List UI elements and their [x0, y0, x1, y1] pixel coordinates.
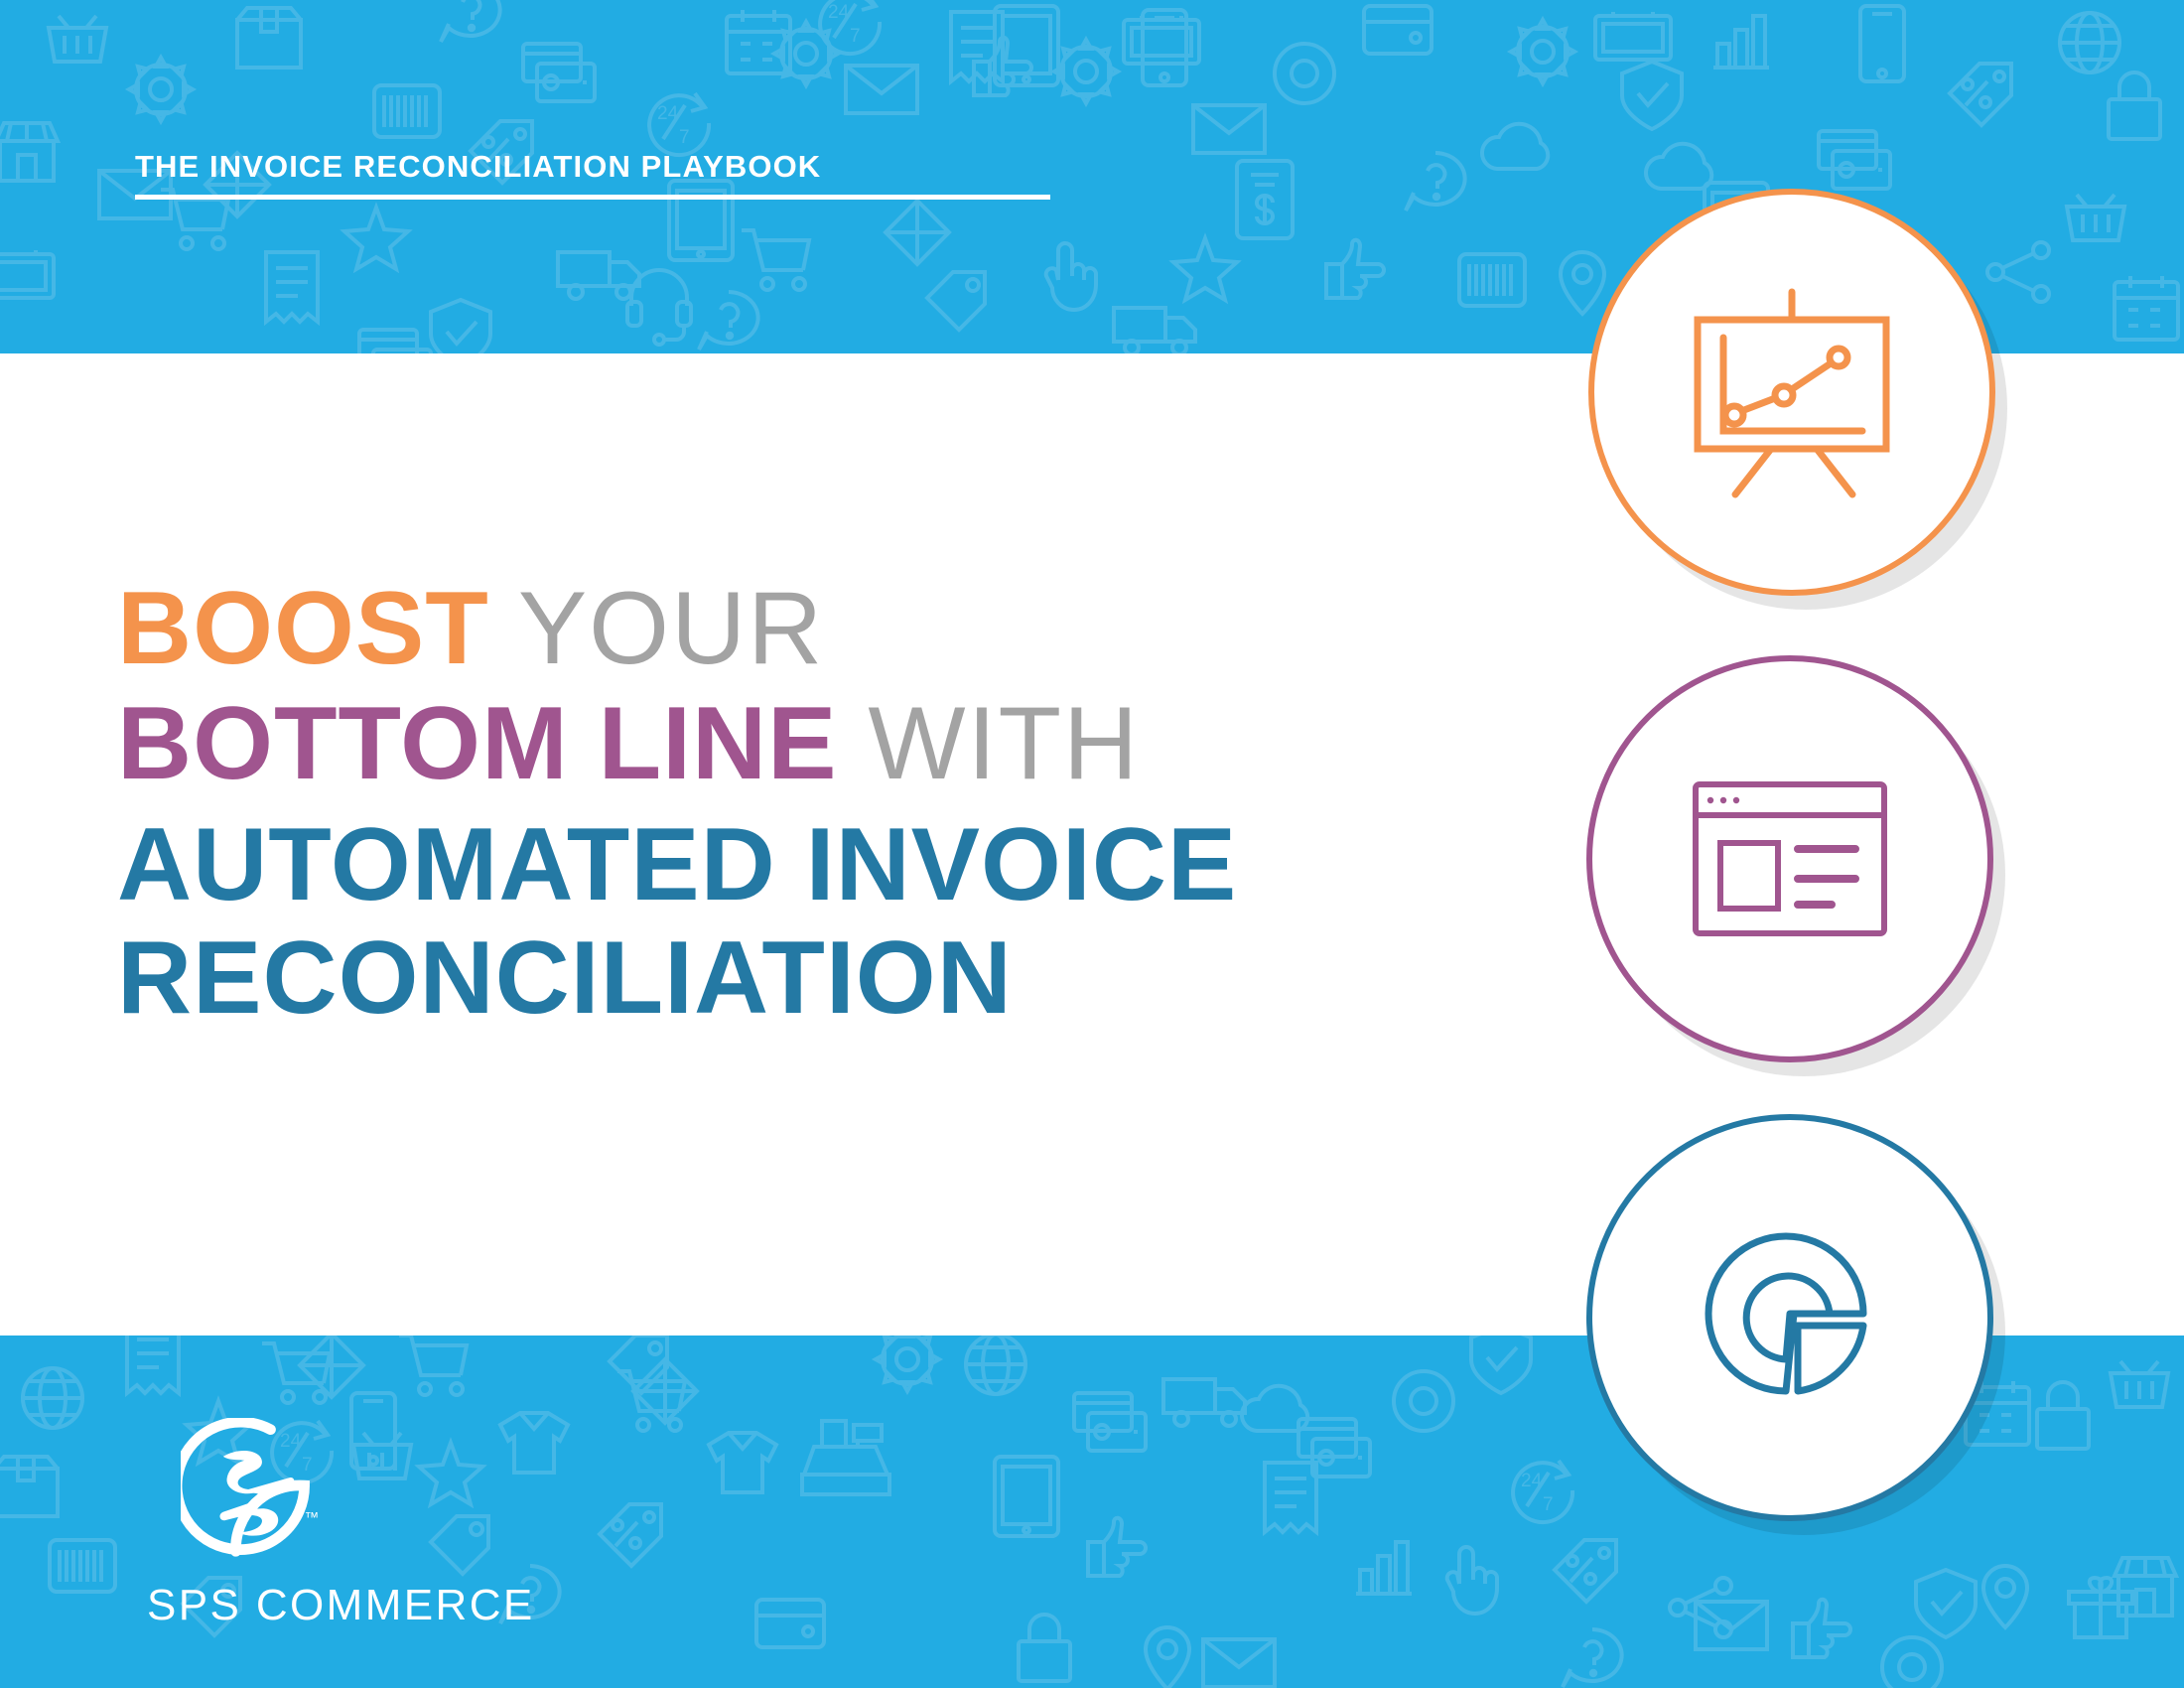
page-title: BOOST YOUR BOTTOM LINE WITH AUTOMATED IN…: [117, 576, 1237, 1031]
headline-line-2: BOTTOM LINE WITH: [117, 691, 1237, 796]
browser-window-icon: [1693, 781, 1887, 936]
badge-donut-chart: [1586, 1114, 1993, 1521]
sps-commerce-logo: ™ SPS COMMERCE: [147, 1416, 535, 1629]
trademark-glyph: ™: [305, 1510, 320, 1526]
playbook-kicker: THE INVOICE RECONCILIATION PLAYBOOK: [135, 149, 822, 184]
headline-your: YOUR: [488, 571, 825, 686]
donut-chart-icon: [1705, 1232, 1867, 1395]
headline-line-1: BOOST YOUR: [117, 576, 1237, 681]
cover-page: 24 7 THE INVOICE RECONCILIATION PLAYBOOK…: [0, 0, 2184, 1688]
headline-with: WITH: [837, 686, 1141, 802]
headline-bottom-line: BOTTOM LINE: [117, 686, 838, 802]
sps-commerce-wordmark: SPS COMMERCE: [147, 1581, 535, 1629]
sps-monogram-icon: ™: [171, 1416, 320, 1557]
badge-presentation-chart: [1588, 189, 1995, 596]
kicker-block: THE INVOICE RECONCILIATION PLAYBOOK: [135, 151, 1050, 200]
badge-browser-window: [1586, 655, 1993, 1062]
headline-boost: BOOST: [117, 571, 489, 686]
headline-line-3: AUTOMATED INVOICE: [117, 807, 1238, 923]
kicker-underline: [135, 195, 1050, 200]
presentation-chart-icon: [1694, 288, 1890, 497]
headline-line-4: RECONCILIATION: [117, 920, 1013, 1037]
